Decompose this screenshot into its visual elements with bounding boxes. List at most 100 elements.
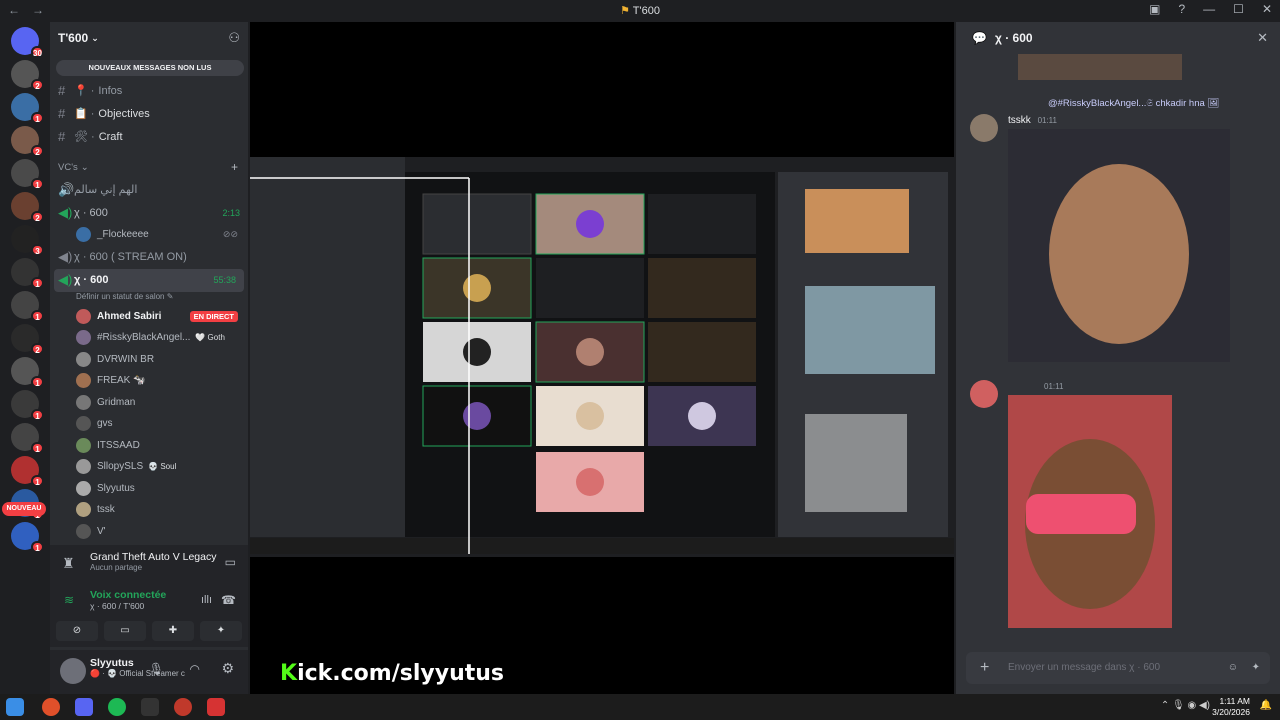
- inbox-icon[interactable]: ▣: [1149, 2, 1160, 16]
- close-icon[interactable]: ✕: [1257, 30, 1268, 46]
- kick-url: ick.com/slyyutus: [297, 661, 504, 686]
- user-name: ITSSAAD: [97, 439, 140, 451]
- channel-3[interactable]: # 🛠 · Craft: [50, 125, 248, 148]
- server-icon[interactable]: 2: [11, 60, 44, 91]
- direct-messages-icon[interactable]: 30: [11, 27, 44, 58]
- reply-preview[interactable]: @#RisskyBlackAngel...𝔖 chkadir hna 🖼: [1048, 98, 1219, 109]
- speaker-icon: ◀): [58, 249, 73, 264]
- disconnect-icon[interactable]: ☎: [221, 593, 236, 607]
- voice-channel-2[interactable]: ◀) χ · 600 ( STREAM ON): [50, 246, 248, 269]
- clock[interactable]: 1:11 AM 3/20/2026: [1212, 696, 1250, 718]
- voice-status[interactable]: Voix connectée: [90, 589, 240, 601]
- app-icon[interactable]: [141, 698, 159, 716]
- headphones-icon[interactable]: ◠: [190, 662, 200, 676]
- user-name: Gridman: [97, 396, 136, 408]
- voice-user[interactable]: Slyyutus: [50, 478, 248, 500]
- user-panel: Slyyutus 🔴 · 💀 Official Streamer c 🎙 ◠ ⚙: [50, 650, 248, 694]
- server-icon[interactable]: 1: [11, 159, 44, 190]
- voice-channel-1[interactable]: ◀) χ · 600 2:13: [50, 201, 248, 224]
- avatar: [76, 308, 91, 324]
- live-badge: EN DIRECT: [189, 310, 238, 322]
- voice-user[interactable]: DVRWIN BR: [50, 349, 248, 371]
- category-label: VC's: [58, 161, 78, 173]
- discord-icon[interactable]: [75, 698, 93, 716]
- server-icon[interactable]: 2: [11, 126, 44, 157]
- voice-user[interactable]: ITSSAAD: [50, 435, 248, 457]
- emoji-icon[interactable]: ☺: [1228, 652, 1238, 684]
- maximize-button[interactable]: ☐: [1233, 2, 1244, 16]
- soundboard-button[interactable]: ✦: [200, 621, 242, 641]
- browser-icon[interactable]: [42, 698, 60, 716]
- server-icon[interactable]: 3: [11, 225, 44, 256]
- microphone-icon[interactable]: 🎙: [149, 662, 164, 676]
- server-header[interactable]: T'600 ⌄ ⚇: [50, 22, 248, 54]
- server-icon[interactable]: 1: [11, 390, 44, 421]
- channel-1[interactable]: # 📍 · Infos: [50, 79, 248, 102]
- voice-channel-label: الهم إني سالم: [74, 184, 138, 196]
- voice-user-flockeeee[interactable]: _Flockeeee ⊘⊘: [50, 224, 248, 246]
- server-icon[interactable]: 1: [11, 522, 44, 553]
- user-name[interactable]: Slyyutus: [90, 657, 240, 669]
- system-tray[interactable]: ⌃ 🎙 ◉ ◀): [1161, 700, 1210, 711]
- unread-messages-pill[interactable]: NOUVEAUX MESSAGES NON LUS: [56, 60, 244, 76]
- camera-button[interactable]: ⊘: [56, 621, 98, 641]
- voice-user[interactable]: FREAK 🐄: [50, 370, 248, 392]
- voice-user[interactable]: #RisskyBlackAngel... 🤍 Goth: [50, 327, 248, 349]
- server-icon[interactable]: 1: [11, 258, 44, 289]
- hash-icon: #: [58, 83, 66, 98]
- chat-header: 💬 χ · 600 ✕: [956, 22, 1280, 54]
- server-icon: ⚑: [620, 5, 633, 17]
- stream-view[interactable]: [250, 22, 954, 694]
- message-input[interactable]: + Envoyer un message dans χ · 600 ☺ ✦: [966, 652, 1270, 684]
- voice-user[interactable]: gvs: [50, 413, 248, 435]
- add-channel-icon[interactable]: +: [231, 160, 238, 174]
- windows-start-icon[interactable]: [6, 698, 24, 716]
- server-icon[interactable]: 2: [11, 192, 44, 223]
- category-vcs[interactable]: VC's ⌄ +: [50, 156, 248, 178]
- notification-icon[interactable]: 🔔: [1260, 700, 1272, 711]
- app-icon[interactable]: [207, 698, 225, 716]
- app-icon[interactable]: [174, 698, 192, 716]
- unread-badge: 1: [31, 541, 44, 553]
- gear-icon[interactable]: ⚙: [221, 660, 234, 677]
- noise-suppression-icon[interactable]: ıllı: [201, 594, 212, 606]
- close-button[interactable]: ✕: [1262, 2, 1272, 16]
- voice-channel-0[interactable]: 🔊 الهم إني سالم: [50, 178, 248, 201]
- channel-emoji: 📍 ·: [74, 85, 95, 97]
- status-label: Définir un statut de salon: [76, 291, 165, 301]
- share-screen-button[interactable]: ▭: [104, 621, 146, 641]
- help-icon[interactable]: ?: [1178, 2, 1185, 16]
- screen-share-icon[interactable]: ▭: [225, 555, 236, 569]
- voice-channel-3[interactable]: ◀) χ · 600 55:38: [54, 268, 244, 292]
- server-icon[interactable]: 1: [11, 93, 44, 124]
- window-title: ⚑ T'600: [620, 5, 660, 17]
- voice-user[interactable]: SllopySLS 💀 Soul: [50, 456, 248, 478]
- game-sub: Aucun partage: [90, 563, 143, 572]
- voice-user[interactable]: tssk: [50, 499, 248, 521]
- add-attachment-icon[interactable]: +: [980, 652, 989, 684]
- server-name: T'600: [58, 31, 89, 45]
- channel-2[interactable]: # 📋 · Objectives: [50, 102, 248, 125]
- activities-button[interactable]: ✚: [152, 621, 194, 641]
- user-name: #RisskyBlackAngel...: [97, 332, 191, 344]
- server-icon[interactable]: 1: [11, 357, 44, 388]
- voice-user[interactable]: Gridman: [50, 392, 248, 414]
- server-icon[interactable]: 1: [11, 456, 44, 487]
- minimize-button[interactable]: —: [1203, 2, 1215, 16]
- avatar: [76, 394, 91, 410]
- voice-status-panel: ≋ Voix connectée χ · 600 / T'600 ıllı ☎ …: [50, 585, 248, 647]
- spotify-icon[interactable]: [108, 698, 126, 716]
- voice-user[interactable]: V': [50, 521, 248, 543]
- voice-user[interactable]: Ahmed Sabiri EN DIRECT: [50, 306, 248, 328]
- apps-icon[interactable]: ✦: [1252, 652, 1260, 684]
- author-name[interactable]: tsskk: [1008, 115, 1031, 126]
- server-icon[interactable]: 2: [11, 324, 44, 355]
- server-icon[interactable]: 1: [11, 423, 44, 454]
- avatar: [76, 416, 91, 432]
- invite-icon[interactable]: ⚇: [228, 30, 240, 46]
- set-channel-status[interactable]: Définir un statut de salon ✎: [50, 292, 248, 306]
- speaker-icon: 🔊: [58, 181, 75, 197]
- avatar[interactable]: [60, 658, 86, 684]
- avatar: [76, 459, 91, 475]
- server-icon[interactable]: 1: [11, 291, 44, 322]
